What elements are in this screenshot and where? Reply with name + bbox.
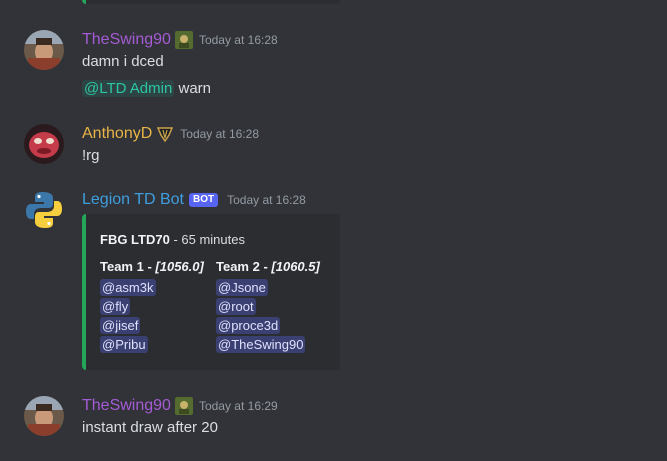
bot-embed: FBG LTD70 - 65 minutes Team 1 - [1056.0]… — [82, 214, 340, 370]
previous-embed-edge — [82, 0, 340, 4]
username[interactable]: TheSwing90 — [82, 395, 171, 417]
embed-field-team1: Team 1 - [1056.0] @asm3k @fly @jisef @Pr… — [100, 258, 204, 355]
role-badge-icon[interactable] — [174, 31, 193, 49]
user-mention[interactable]: @asm3k — [100, 279, 156, 296]
message-header: Legion TD Bot BOT Today at 16:28 — [82, 189, 306, 211]
avatar-icon[interactable] — [24, 396, 64, 436]
role-mention[interactable]: @LTD Admin — [82, 80, 175, 97]
message-text: damn i dced — [82, 53, 164, 70]
username[interactable]: TheSwing90 — [82, 29, 171, 51]
embed-title: FBG LTD70 - 65 minutes — [100, 232, 245, 247]
username[interactable]: AnthonyD — [82, 123, 152, 145]
user-mention[interactable]: @root — [216, 298, 256, 315]
role-badge-icon[interactable] — [174, 397, 193, 415]
message-text: warn — [178, 80, 211, 97]
timestamp[interactable]: Today at 16:28 — [227, 189, 306, 211]
user-mention[interactable]: @TheSwing90 — [216, 336, 306, 353]
user-mention[interactable]: @fly — [100, 298, 131, 315]
python-logo-icon[interactable] — [24, 190, 64, 230]
embed-field-team2: Team 2 - [1060.5] @Jsone @root @proce3d … — [216, 258, 320, 355]
message-header: AnthonyD Today at 16:28 — [82, 123, 259, 145]
timestamp[interactable]: Today at 16:29 — [199, 395, 278, 417]
team2-header: Team 2 - [1060.5] — [216, 259, 320, 274]
message-text: !rg — [82, 147, 100, 164]
username[interactable]: Legion TD Bot — [82, 189, 184, 211]
message-text: instant draw after 20 — [82, 419, 218, 436]
avatar-icon[interactable] — [24, 124, 64, 164]
user-mention[interactable]: @proce3d — [216, 317, 281, 334]
bot-tag: BOT — [189, 193, 219, 207]
message-text-mention-line: @LTD Admin warn — [82, 78, 211, 100]
user-mention[interactable]: @jisef — [100, 317, 141, 334]
timestamp[interactable]: Today at 16:28 — [180, 123, 259, 145]
timestamp[interactable]: Today at 16:28 — [199, 29, 278, 51]
chat-message-list: TheSwing90 Today at 16:28 damn i dced @L… — [0, 0, 667, 461]
user-mention[interactable]: @Jsone — [216, 279, 268, 296]
crown-badge-icon[interactable] — [156, 125, 174, 143]
team1-header: Team 1 - [1056.0] — [100, 259, 204, 274]
message-header: TheSwing90 Today at 16:28 — [82, 29, 278, 51]
user-mention[interactable]: @Pribu — [100, 336, 148, 353]
message-header: TheSwing90 Today at 16:29 — [82, 395, 278, 417]
avatar-icon[interactable] — [24, 30, 64, 70]
